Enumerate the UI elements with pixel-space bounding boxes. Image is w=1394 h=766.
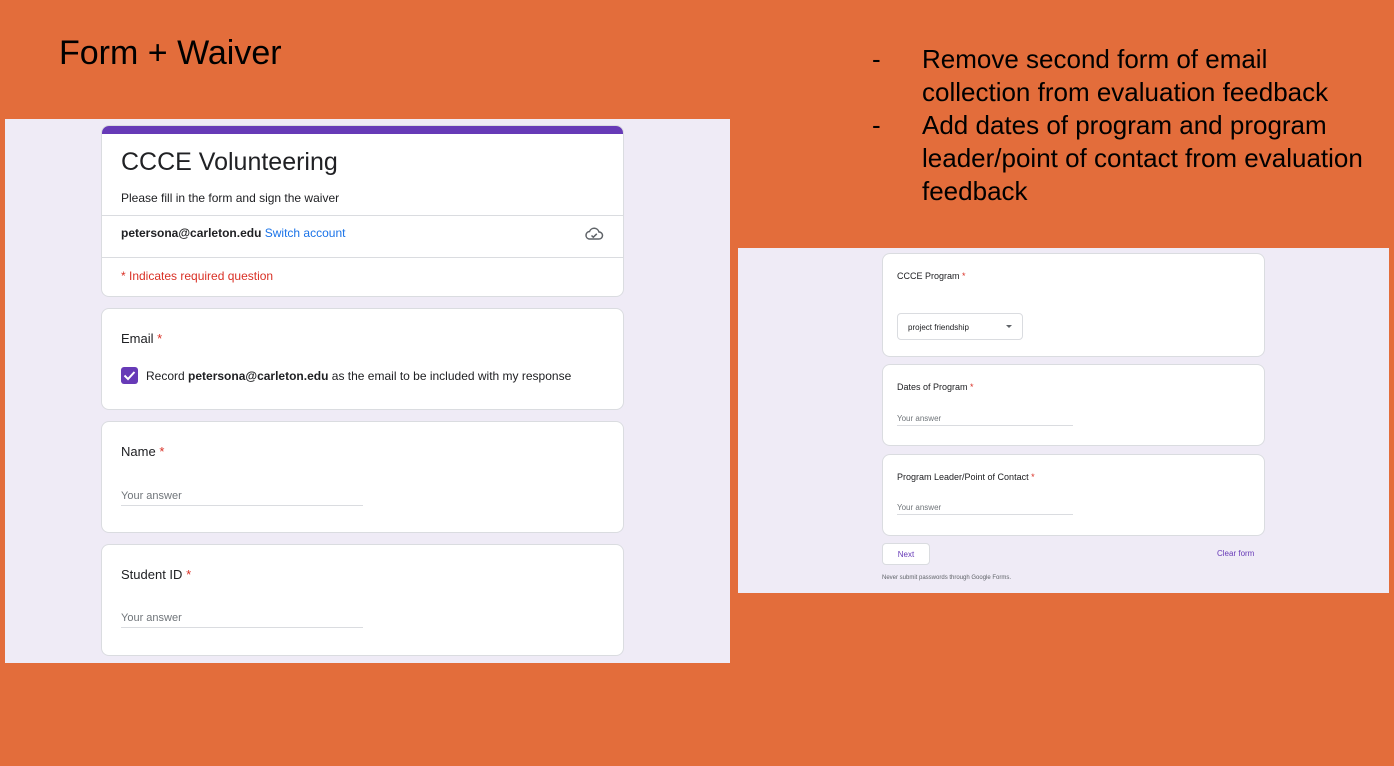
header-accent-bar	[102, 126, 623, 134]
cloud-saved-icon	[585, 227, 604, 240]
required-star: *	[962, 271, 966, 281]
switch-account-link[interactable]: Switch account	[265, 226, 346, 240]
leader-input[interactable]	[897, 500, 1073, 515]
required-star: *	[159, 444, 165, 459]
dropdown-arrow-icon	[1006, 325, 1012, 328]
question-title: Email *	[121, 331, 162, 346]
leader-question-card: Program Leader/Point of Contact *	[882, 454, 1265, 536]
next-button[interactable]: Next	[882, 543, 930, 565]
question-title: Student ID *	[121, 567, 191, 582]
required-star: *	[970, 382, 974, 392]
question-label: CCCE Program	[897, 271, 960, 281]
required-star: *	[186, 567, 192, 582]
question-title: Name *	[121, 444, 164, 459]
program-dropdown[interactable]: project friendship	[897, 313, 1023, 340]
form-screenshot-left: CCCE Volunteering Please fill in the for…	[5, 119, 730, 663]
required-star: *	[1031, 472, 1035, 482]
required-star: *	[157, 331, 163, 346]
form-header-card: CCCE Volunteering Please fill in the for…	[101, 125, 624, 297]
divider	[102, 215, 623, 216]
question-title: Program Leader/Point of Contact *	[897, 472, 1035, 482]
form-screenshot-right: CCCE Program * project friendship Dates …	[738, 248, 1389, 593]
record-prefix: Record	[146, 369, 185, 383]
program-question-card: CCCE Program * project friendship	[882, 253, 1265, 357]
slide-title: Form + Waiver	[59, 34, 282, 72]
question-label: Email	[121, 331, 154, 346]
account-email: petersona@carleton.edu	[121, 226, 262, 240]
bullet-text: Add dates of program and program leader/…	[922, 110, 1363, 206]
record-email-checkbox[interactable]	[121, 367, 138, 384]
dates-question-card: Dates of Program *	[882, 364, 1265, 446]
name-input[interactable]	[121, 487, 363, 506]
bullet-item: - Remove second form of email collection …	[872, 44, 1329, 107]
check-icon	[123, 371, 136, 381]
question-label: Student ID	[121, 567, 183, 582]
form-title: CCCE Volunteering	[121, 148, 338, 176]
question-title: CCCE Program *	[897, 271, 966, 281]
bullet-list: - Remove second form of email collection …	[868, 43, 1368, 208]
bullet-text: Remove second form of email collection f…	[922, 44, 1329, 107]
divider	[102, 257, 623, 258]
record-email: petersona@carleton.edu	[188, 369, 329, 383]
dropdown-selected-value: project friendship	[908, 323, 969, 332]
question-label: Name	[121, 444, 156, 459]
record-suffix: as the email to be included with my resp…	[331, 369, 572, 383]
account-row: petersona@carleton.edu Switch account	[121, 226, 345, 240]
student-id-question-card: Student ID *	[101, 544, 624, 656]
clear-form-button[interactable]: Clear form	[1217, 549, 1254, 558]
student-id-input[interactable]	[121, 609, 363, 628]
dates-input[interactable]	[897, 411, 1073, 426]
name-question-card: Name *	[101, 421, 624, 533]
required-note: * Indicates required question	[121, 269, 274, 283]
question-label: Program Leader/Point of Contact	[897, 472, 1029, 482]
password-warning: Never submit passwords through Google Fo…	[882, 575, 1012, 581]
record-email-label: Record petersona@carleton.edu as the ema…	[146, 369, 571, 383]
email-question-card: Email * Record petersona@carleton.edu as…	[101, 308, 624, 410]
bullet-item: - Add dates of program and program leader…	[872, 110, 1363, 206]
question-label: Dates of Program	[897, 382, 968, 392]
form-description: Please fill in the form and sign the wai…	[121, 191, 340, 205]
question-title: Dates of Program *	[897, 382, 974, 392]
